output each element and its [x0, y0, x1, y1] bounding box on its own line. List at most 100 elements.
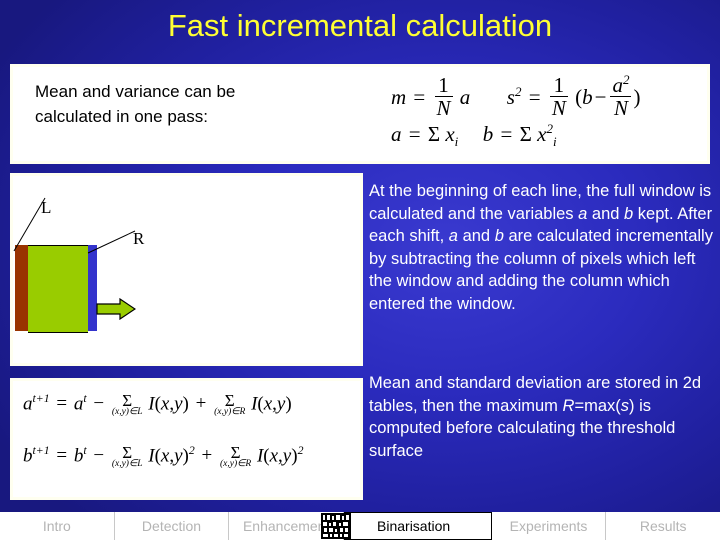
nav-tab-results[interactable]: Results — [606, 512, 720, 540]
exponent-two-a: 2 — [622, 72, 630, 87]
sum-over-L-a: Σ (x,y)∈L — [112, 392, 143, 418]
body-1-em-b: b — [624, 204, 634, 223]
incremental-formulas-panel: at+1 = at − Σ (x,y)∈L I(x,y) + Σ (x,y)∈R… — [10, 378, 363, 500]
inc-a-lhs: a — [23, 393, 33, 415]
body-paragraph-2: Mean and standard deviation are stored i… — [369, 372, 717, 462]
inc-b-rhs-exp: t — [83, 444, 87, 457]
bottom-navigation-bar: Intro Detection Enhancement Binarisation… — [0, 512, 720, 540]
formula-incremental-a: at+1 = at − Σ (x,y)∈L I(x,y) + Σ (x,y)∈R… — [23, 392, 292, 418]
inc-b-plus: + — [201, 445, 213, 467]
inc-a-equals: = — [56, 393, 68, 415]
binarised-thumbnail-icon — [321, 513, 352, 539]
inc-b-rhs: b — [73, 445, 84, 467]
body-1-em-a2: a — [448, 227, 458, 245]
body-2-part-1: Mean and standard deviation are stored i… — [369, 374, 702, 415]
sigma-L-a-limit: (x,y)∈L — [111, 407, 143, 418]
inc-a-rhs-exp: t — [83, 392, 87, 405]
nav-tab-intro[interactable]: Intro — [0, 512, 115, 540]
body-1-em-b2: b — [494, 227, 504, 245]
sigma-R-a-limit: (x,y)∈R — [214, 407, 246, 418]
sum-over-R-b: Σ (x,y)∈R — [220, 444, 251, 470]
sigma-L-b-limit: (x,y)∈L — [111, 459, 143, 470]
stats-statement-line1: Mean and variance can be — [35, 82, 236, 101]
nav-tab-enhancement-label: Enhancement — [242, 518, 330, 534]
inc-a-lhs-exp: t+1 — [32, 392, 50, 405]
symbol-b-1: b — [582, 85, 593, 110]
exponent-two-s: 2 — [514, 84, 522, 100]
inc-a-rhs: a — [73, 393, 84, 415]
inc-b-sq-2: 2 — [297, 444, 304, 457]
body-1-em-a: a — [578, 204, 588, 223]
nav-tab-experiments-label: Experiments — [509, 518, 588, 534]
inc-b-y-1: y — [174, 445, 183, 467]
sum-over-L-b: Σ (x,y)∈L — [112, 444, 143, 470]
inc-b-minus: − — [93, 445, 105, 467]
inc-b-equals: = — [56, 445, 68, 467]
inc-b-x-2: x — [269, 445, 279, 467]
stats-statement-line2: calculated in one pass: — [35, 107, 208, 126]
inc-a-y-1: y — [174, 393, 183, 415]
body-paragraph-1: At the beginning of each line, the full … — [369, 180, 717, 315]
nav-tab-results-label: Results — [639, 518, 687, 534]
numerator-one-2: 1 — [549, 74, 568, 98]
symbol-a-2: a — [391, 122, 402, 146]
shift-direction-arrow-icon — [96, 298, 136, 320]
stats-panel: Mean and variance can be calculated in o… — [10, 64, 710, 164]
inc-b-y-2: y — [282, 445, 292, 467]
inc-b-lhs-exp: t+1 — [32, 444, 50, 457]
symbol-equals-2: = — [528, 85, 541, 110]
sum-over-R-a: Σ (x,y)∈R — [214, 392, 245, 418]
label-R: R — [133, 229, 145, 248]
paren-close-1: ) — [633, 85, 641, 110]
symbol-s: s — [506, 85, 515, 110]
formula-incremental-b: bt+1 = bt − Σ (x,y)∈L I(x,y)2 + Σ (x,y)∈… — [23, 444, 303, 470]
formula-mean-and-variance: m = 1 N a s2 = 1 N (b− a2 N ) — [391, 73, 711, 119]
sigma-R-b-limit: (x,y)∈R — [219, 459, 252, 470]
symbol-a-1: a — [459, 85, 471, 110]
symbol-m: m — [391, 85, 407, 110]
symbol-equals-3: = — [408, 122, 421, 146]
symbol-equals-4: = — [500, 122, 513, 146]
subscript-i-2: i — [552, 134, 557, 150]
inc-b-sq-1: 2 — [188, 444, 195, 457]
nav-tab-intro-label: Intro — [42, 518, 71, 534]
slide: Fast incremental calculation Mean and va… — [0, 0, 720, 540]
fraction-one-over-N-2: 1 N — [549, 74, 568, 121]
fraction-a-squared-over-N: a2 N — [610, 72, 632, 121]
nav-tab-binarisation-label: Binarisation — [377, 518, 451, 534]
denominator-N-2: N — [551, 96, 566, 121]
subscript-i-1: i — [454, 134, 459, 150]
body-1-part-4: and — [457, 227, 495, 245]
sigma-1: Σ — [427, 122, 441, 146]
body-1-part-2: and — [587, 204, 625, 223]
denominator-N-1: N — [436, 96, 451, 121]
body-2-em-R: R — [562, 396, 575, 415]
diagram-leader-lines — [13, 197, 136, 254]
inc-a-x-2: x — [263, 393, 273, 415]
symbol-x-1: x — [445, 122, 455, 146]
numerator-a-squared: a2 — [610, 72, 632, 98]
nav-tab-experiments[interactable]: Experiments — [491, 512, 607, 540]
formula-a-and-b-definitions: a = Σ xi b = Σ x2i — [391, 121, 711, 150]
symbol-equals-1: = — [413, 85, 426, 110]
inc-a-plus: + — [195, 393, 207, 415]
symbol-minus-1: − — [594, 85, 607, 110]
nav-tab-binarisation[interactable]: Binarisation — [321, 512, 492, 540]
numerator-one-1: 1 — [434, 74, 453, 98]
nav-tab-detection-label: Detection — [141, 518, 202, 534]
denominator-N-3: N — [613, 96, 628, 121]
body-2-part-2: =max( — [574, 396, 621, 415]
inc-a-minus: − — [93, 393, 105, 415]
inc-b-lhs: b — [23, 445, 33, 467]
inc-a-rp-1: ) — [182, 393, 189, 415]
page-title: Fast incremental calculation — [167, 8, 553, 43]
body-2-em-s: s — [620, 396, 629, 415]
symbol-b-2: b — [482, 122, 494, 146]
sigma-2: Σ — [519, 122, 532, 146]
nav-tab-detection[interactable]: Detection — [114, 512, 230, 540]
label-L: L — [41, 198, 52, 217]
numerator-a: a — [612, 73, 623, 97]
inc-a-rp-2: ) — [285, 393, 292, 415]
fraction-one-over-N-1: 1 N — [434, 74, 453, 121]
stats-statement: Mean and variance can be calculated in o… — [35, 79, 355, 129]
